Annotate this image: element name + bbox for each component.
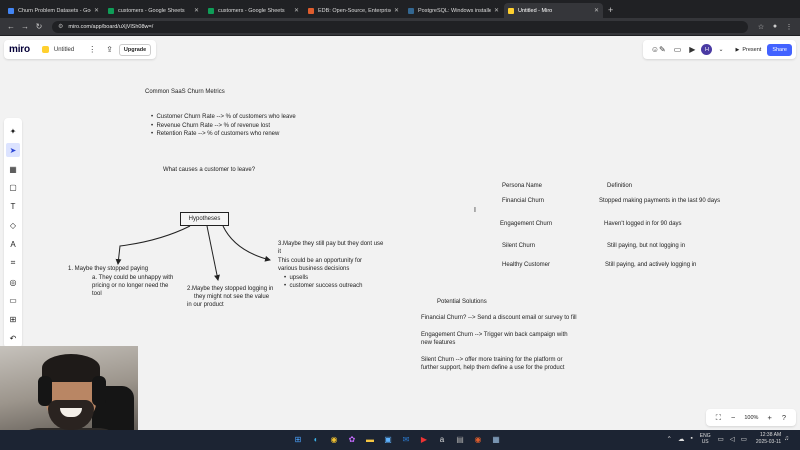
solutions-title[interactable]: Potential Solutions (437, 298, 487, 307)
amazon-icon[interactable]: a (436, 433, 448, 445)
tab-title: Churn Problem Datasets - Goog (18, 7, 91, 14)
profile-icon[interactable]: ● (768, 23, 782, 30)
windows-start-icon[interactable]: ⊞ (292, 433, 304, 445)
terminal-icon[interactable]: ▦ (490, 433, 502, 445)
close-icon[interactable]: ✕ (394, 7, 399, 14)
persona-name[interactable]: Engagement Churn (500, 220, 552, 229)
close-icon[interactable]: ✕ (494, 7, 499, 14)
hypothesis-3-line[interactable]: 3.Maybe they still pay but they dont use (278, 240, 383, 249)
forward-arrow-icon[interactable]: → (18, 22, 32, 31)
browser-tab[interactable]: PostgreSQL: Windows installers ✕ (404, 3, 503, 18)
taskbar-apps: ⊞ ◐ ◉ ✿ ▬ ▣ ✉ ▶ a ▤ ◉ ▦ (292, 433, 508, 445)
persona-name[interactable]: Healthy Customer (502, 261, 550, 270)
bullet-text: customer success outreach (289, 283, 363, 289)
tab-favicon (508, 7, 514, 14)
browser-tab-active[interactable]: Untitled - Miro ✕ (504, 3, 603, 18)
lang-region: US (701, 438, 709, 445)
app-tray-icon[interactable]: ▪ (690, 435, 692, 442)
url-text: miro.com/app/board/uXjVlSh08w=/ (68, 23, 154, 30)
connector-arrow-2 (206, 225, 220, 281)
tab-favicon (408, 7, 414, 14)
store-icon[interactable]: ▣ (382, 433, 394, 445)
connector-arrow-3 (222, 225, 271, 262)
cloud-icon[interactable]: ☁ (678, 435, 685, 443)
zoom-out-button[interactable]: − (731, 413, 735, 422)
bullet-text: upsells (289, 275, 309, 281)
tab-favicon (8, 7, 14, 14)
youtube-icon[interactable]: ▶ (418, 433, 430, 445)
hypothesis-3-bullet[interactable]: • customer success outreach (284, 282, 362, 291)
clock-date: 2025-03-11 (755, 438, 782, 445)
close-icon[interactable]: ✕ (94, 7, 99, 14)
back-arrow-icon[interactable]: ← (4, 22, 18, 31)
outlook-icon[interactable]: ✉ (400, 433, 412, 445)
reload-icon[interactable]: ↻ (32, 22, 46, 31)
browser-tab-strip: Churn Problem Datasets - Goog ✕ customers… (0, 0, 800, 18)
browser-tab[interactable]: customers - Google Sheets ✕ (204, 3, 303, 18)
persona-definition[interactable]: Still paying, and actively logging in (605, 261, 696, 270)
tab-title: EDB: Open-Source, Enterprise P (318, 7, 391, 14)
persona-definition[interactable]: Stopped making payments in the last 90 d… (599, 197, 720, 206)
chrome-icon[interactable]: ◉ (328, 433, 340, 445)
chrome-profile-icon[interactable]: ◉ (472, 433, 484, 445)
tab-title: Untitled - Miro (518, 7, 553, 14)
copilot-icon[interactable]: ✿ (346, 433, 358, 445)
battery-icon[interactable]: ▭ (741, 435, 747, 443)
persona-definition[interactable]: Haven't logged in for 90 days (604, 220, 682, 229)
hypothesis-1-line[interactable]: 1. Maybe they stopped paying (68, 265, 148, 274)
hypothesis-2-line[interactable]: in our product (187, 301, 224, 310)
persona-header[interactable]: Persona Name (502, 182, 542, 191)
edge-icon[interactable]: ◐ (310, 433, 322, 445)
monitor-icon[interactable]: ▭ (718, 435, 724, 443)
help-icon[interactable]: ? (782, 413, 786, 422)
system-tray: ⌃ ☁ ▪ ENG US ▭ ◁ ▭ 12:38 AM 2025-03-11 ♫ (663, 432, 792, 445)
url-bar[interactable]: ⚙ miro.com/app/board/uXjVlSh08w=/ (52, 20, 748, 33)
browser-tab[interactable]: Churn Problem Datasets - Goog ✕ (4, 3, 103, 18)
persona-name[interactable]: Silent Churn (502, 242, 535, 251)
browser-tab[interactable]: EDB: Open-Source, Enterprise P ✕ (304, 3, 403, 18)
new-tab-button[interactable]: + (608, 3, 613, 18)
persona-name[interactable]: Financial Churn (502, 197, 544, 206)
tab-title: customers - Google Sheets (118, 7, 185, 14)
windows-taskbar: ⊞ ◐ ◉ ✿ ▬ ▣ ✉ ▶ a ▤ ◉ ▦ ⌃ ☁ ▪ ENG US ▭ ◁ … (0, 430, 800, 450)
headphones-icon (92, 376, 106, 406)
close-icon[interactable]: ✕ (194, 7, 199, 14)
solution-line[interactable]: new features (421, 339, 455, 348)
hypothesis-1-line[interactable]: pricing or no longer need the (92, 282, 168, 291)
tab-title: customers - Google Sheets (218, 7, 285, 14)
language-indicator[interactable]: ENG US (700, 433, 711, 445)
bookmark-star-icon[interactable]: ☆ (754, 23, 768, 31)
browser-tab[interactable]: customers - Google Sheets ✕ (104, 3, 203, 18)
close-icon[interactable]: ✕ (594, 7, 599, 14)
close-icon[interactable]: ✕ (294, 7, 299, 14)
address-bar-row: ← → ↻ ⚙ miro.com/app/board/uXjVlSh08w=/ … (0, 18, 800, 35)
tab-favicon (208, 7, 214, 14)
tab-title: PostgreSQL: Windows installers (418, 7, 491, 14)
zoom-level[interactable]: 100% (744, 415, 758, 421)
definition-header[interactable]: Definition (607, 182, 632, 191)
hypothesis-3-line[interactable]: various business decisions (278, 265, 349, 274)
volume-icon[interactable]: ◁ (730, 435, 735, 443)
fit-screen-icon[interactable]: ⛶ (716, 413, 721, 423)
solution-line[interactable]: further support, help them define a use … (421, 364, 564, 373)
tab-favicon (308, 7, 314, 14)
app-icon[interactable]: ▤ (454, 433, 466, 445)
clock-time: 12:38 AM (759, 432, 782, 438)
tab-favicon (108, 7, 114, 14)
connector-arrow-1 (115, 225, 191, 265)
zoom-controls: ⛶ − 100% + ? (705, 409, 796, 426)
site-info-icon[interactable]: ⚙ (58, 23, 63, 30)
chevron-up-icon[interactable]: ⌃ (666, 435, 671, 443)
solution-line[interactable]: Financial Churn? --> Send a discount ema… (421, 314, 577, 323)
hypothesis-3-line[interactable]: it (278, 248, 281, 257)
browser-menu-icon[interactable]: ⋮ (782, 23, 796, 31)
clock[interactable]: 12:38 AM 2025-03-11 (756, 432, 781, 445)
hypothesis-1-line[interactable]: tool (92, 290, 102, 299)
zoom-in-button[interactable]: + (767, 413, 771, 422)
mouse-cursor-icon: I (474, 207, 476, 214)
persona-definition[interactable]: Still paying, but not logging in (607, 242, 685, 251)
file-explorer-icon[interactable]: ▬ (364, 433, 376, 445)
notification-bell-icon[interactable]: ♫ (784, 435, 789, 442)
